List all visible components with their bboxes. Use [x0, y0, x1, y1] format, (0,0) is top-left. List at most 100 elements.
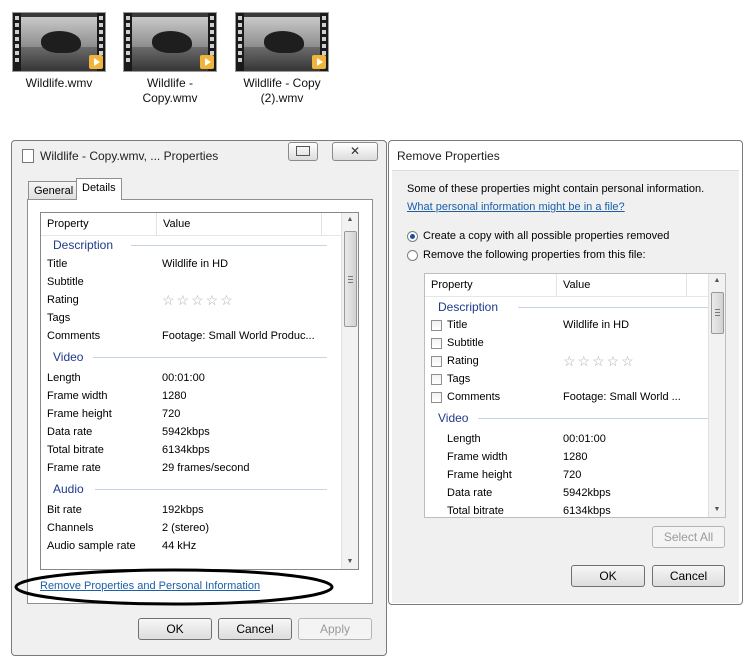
ok-button[interactable]: OK [571, 565, 645, 587]
detail-value: 5942kbps [162, 426, 210, 438]
close-button[interactable]: ✕ [332, 142, 378, 161]
group-audio: Audio [53, 480, 327, 498]
remove-properties-link[interactable]: Remove Properties and Personal Informati… [40, 580, 260, 592]
radio-remove-selected[interactable] [407, 250, 418, 261]
column-header-row: Property Value [41, 213, 342, 236]
detail-row[interactable]: Subtitle [47, 273, 84, 291]
detail-row[interactable]: Frame height [47, 405, 112, 423]
detail-row[interactable]: Title [47, 255, 67, 273]
video-thumbnail [123, 12, 217, 72]
detail-value: 6134kbps [162, 444, 210, 456]
rating-stars[interactable]: ☆☆☆☆☆ [162, 291, 235, 309]
detail-value: 29 frames/second [162, 462, 250, 474]
detail-value: Wildlife in HD [162, 258, 229, 270]
detail-value: 720 [162, 408, 181, 420]
detail-value: Footage: Small World ... [563, 391, 681, 403]
group-description: Description [53, 236, 327, 254]
checkbox-rating[interactable] [431, 356, 442, 367]
detail-row[interactable]: Bit rate [47, 501, 82, 519]
personal-info-link[interactable]: What personal information might be in a … [407, 201, 625, 213]
document-icon [22, 149, 34, 163]
column-header-row: Property Value [425, 274, 709, 297]
detail-row[interactable]: Audio sample rate [47, 537, 136, 555]
details-scrollbar[interactable]: ▲ ▼ [341, 213, 358, 569]
detail-value: 5942kbps [563, 487, 611, 499]
detail-value: 1280 [563, 451, 588, 463]
scroll-up-icon[interactable]: ▲ [709, 274, 725, 288]
checkbox-tags[interactable] [431, 374, 442, 385]
detail-value: 2 (stereo) [162, 522, 210, 534]
remove-property-list[interactable]: Property Value Description Title Wildlif… [424, 273, 726, 518]
detail-row[interactable]: Tags [447, 370, 470, 388]
scroll-thumb[interactable] [711, 292, 724, 334]
column-header-property[interactable]: Property [425, 274, 557, 296]
detail-row[interactable]: Data rate [447, 484, 492, 502]
detail-value: 1280 [162, 390, 187, 402]
detail-row[interactable]: Data rate [47, 423, 92, 441]
details-property-list[interactable]: Property Value Description Title Wildlif… [40, 212, 359, 570]
detail-row[interactable]: Total bitrate [47, 441, 104, 459]
group-video: Video [438, 409, 708, 427]
file-wildlife[interactable]: Wildlife.wmv [9, 12, 109, 91]
details-panel: Property Value Description Title Wildlif… [27, 199, 373, 604]
checkbox-comments[interactable] [431, 392, 442, 403]
radio-create-copy[interactable] [407, 231, 418, 242]
cancel-button[interactable]: Cancel [652, 565, 725, 587]
tab-general[interactable]: General [28, 181, 80, 200]
scroll-down-icon[interactable]: ▼ [709, 503, 725, 517]
scroll-down-icon[interactable]: ▼ [342, 555, 358, 569]
detail-value: 00:01:00 [563, 433, 606, 445]
file-wildlife-copy[interactable]: Wildlife - Copy.wmv [120, 12, 220, 106]
checkbox-subtitle[interactable] [431, 338, 442, 349]
detail-row[interactable]: Comments [447, 388, 500, 406]
titlebar: Wildlife - Copy.wmv, ... Properties ✕ [12, 141, 386, 169]
detail-row[interactable]: Subtitle [447, 334, 484, 352]
video-thumbnail [235, 12, 329, 72]
group-description: Description [438, 298, 708, 316]
column-header-value[interactable]: Value [157, 213, 322, 235]
remove-properties-dialog: Remove Properties Some of these properti… [388, 140, 743, 605]
intro-text: Some of these properties might contain p… [407, 183, 705, 195]
option-create-copy-label[interactable]: Create a copy with all possible properti… [423, 230, 669, 242]
close-icon: ✕ [349, 144, 361, 158]
dialog-title: Remove Properties [397, 149, 500, 163]
media-play-icon [200, 55, 214, 69]
column-header-property[interactable]: Property [41, 213, 157, 235]
file-wildlife-copy-2[interactable]: Wildlife - Copy (2).wmv [232, 12, 332, 106]
apply-button[interactable]: Apply [298, 618, 372, 640]
column-header-value[interactable]: Value [557, 274, 687, 296]
option-remove-selected-label[interactable]: Remove the following properties from thi… [423, 249, 646, 261]
video-thumbnail [12, 12, 106, 72]
checkbox-title[interactable] [431, 320, 442, 331]
detail-value: 720 [563, 469, 582, 481]
detail-row[interactable]: Channels [47, 519, 93, 537]
detail-row[interactable]: Frame width [47, 387, 108, 405]
group-video: Video [53, 348, 327, 366]
detail-row[interactable]: Title [447, 316, 467, 334]
detail-row[interactable]: Frame height [447, 466, 512, 484]
detail-row[interactable]: Frame width [447, 448, 508, 466]
detail-row[interactable]: Frame rate [47, 459, 101, 477]
cancel-button[interactable]: Cancel [218, 618, 292, 640]
detail-value: Footage: Small World Produc... [162, 330, 315, 342]
tab-details[interactable]: Details [76, 178, 122, 200]
restore-button[interactable] [288, 142, 318, 161]
ok-button[interactable]: OK [138, 618, 212, 640]
file-name: Wildlife - Copy (2).wmv [243, 76, 321, 105]
detail-row[interactable]: Comments [47, 327, 100, 345]
detail-row[interactable]: Tags [47, 309, 70, 327]
detail-value: 6134kbps [563, 505, 611, 517]
detail-value: 44 kHz [162, 540, 197, 552]
properties-dialog: Wildlife - Copy.wmv, ... Properties ✕ Ge… [11, 140, 387, 656]
detail-row[interactable]: Rating [47, 291, 79, 309]
detail-row[interactable]: Length [447, 430, 481, 448]
detail-row[interactable]: Length [47, 369, 81, 387]
remove-list-scrollbar[interactable]: ▲ ▼ [708, 274, 725, 517]
select-all-button[interactable]: Select All [652, 526, 725, 548]
detail-row[interactable]: Rating [447, 352, 479, 370]
restore-icon [296, 146, 310, 156]
scroll-thumb[interactable] [344, 231, 357, 327]
rating-stars: ☆☆☆☆☆ [563, 353, 636, 369]
scroll-up-icon[interactable]: ▲ [342, 213, 358, 227]
detail-row[interactable]: Total bitrate [447, 502, 504, 517]
